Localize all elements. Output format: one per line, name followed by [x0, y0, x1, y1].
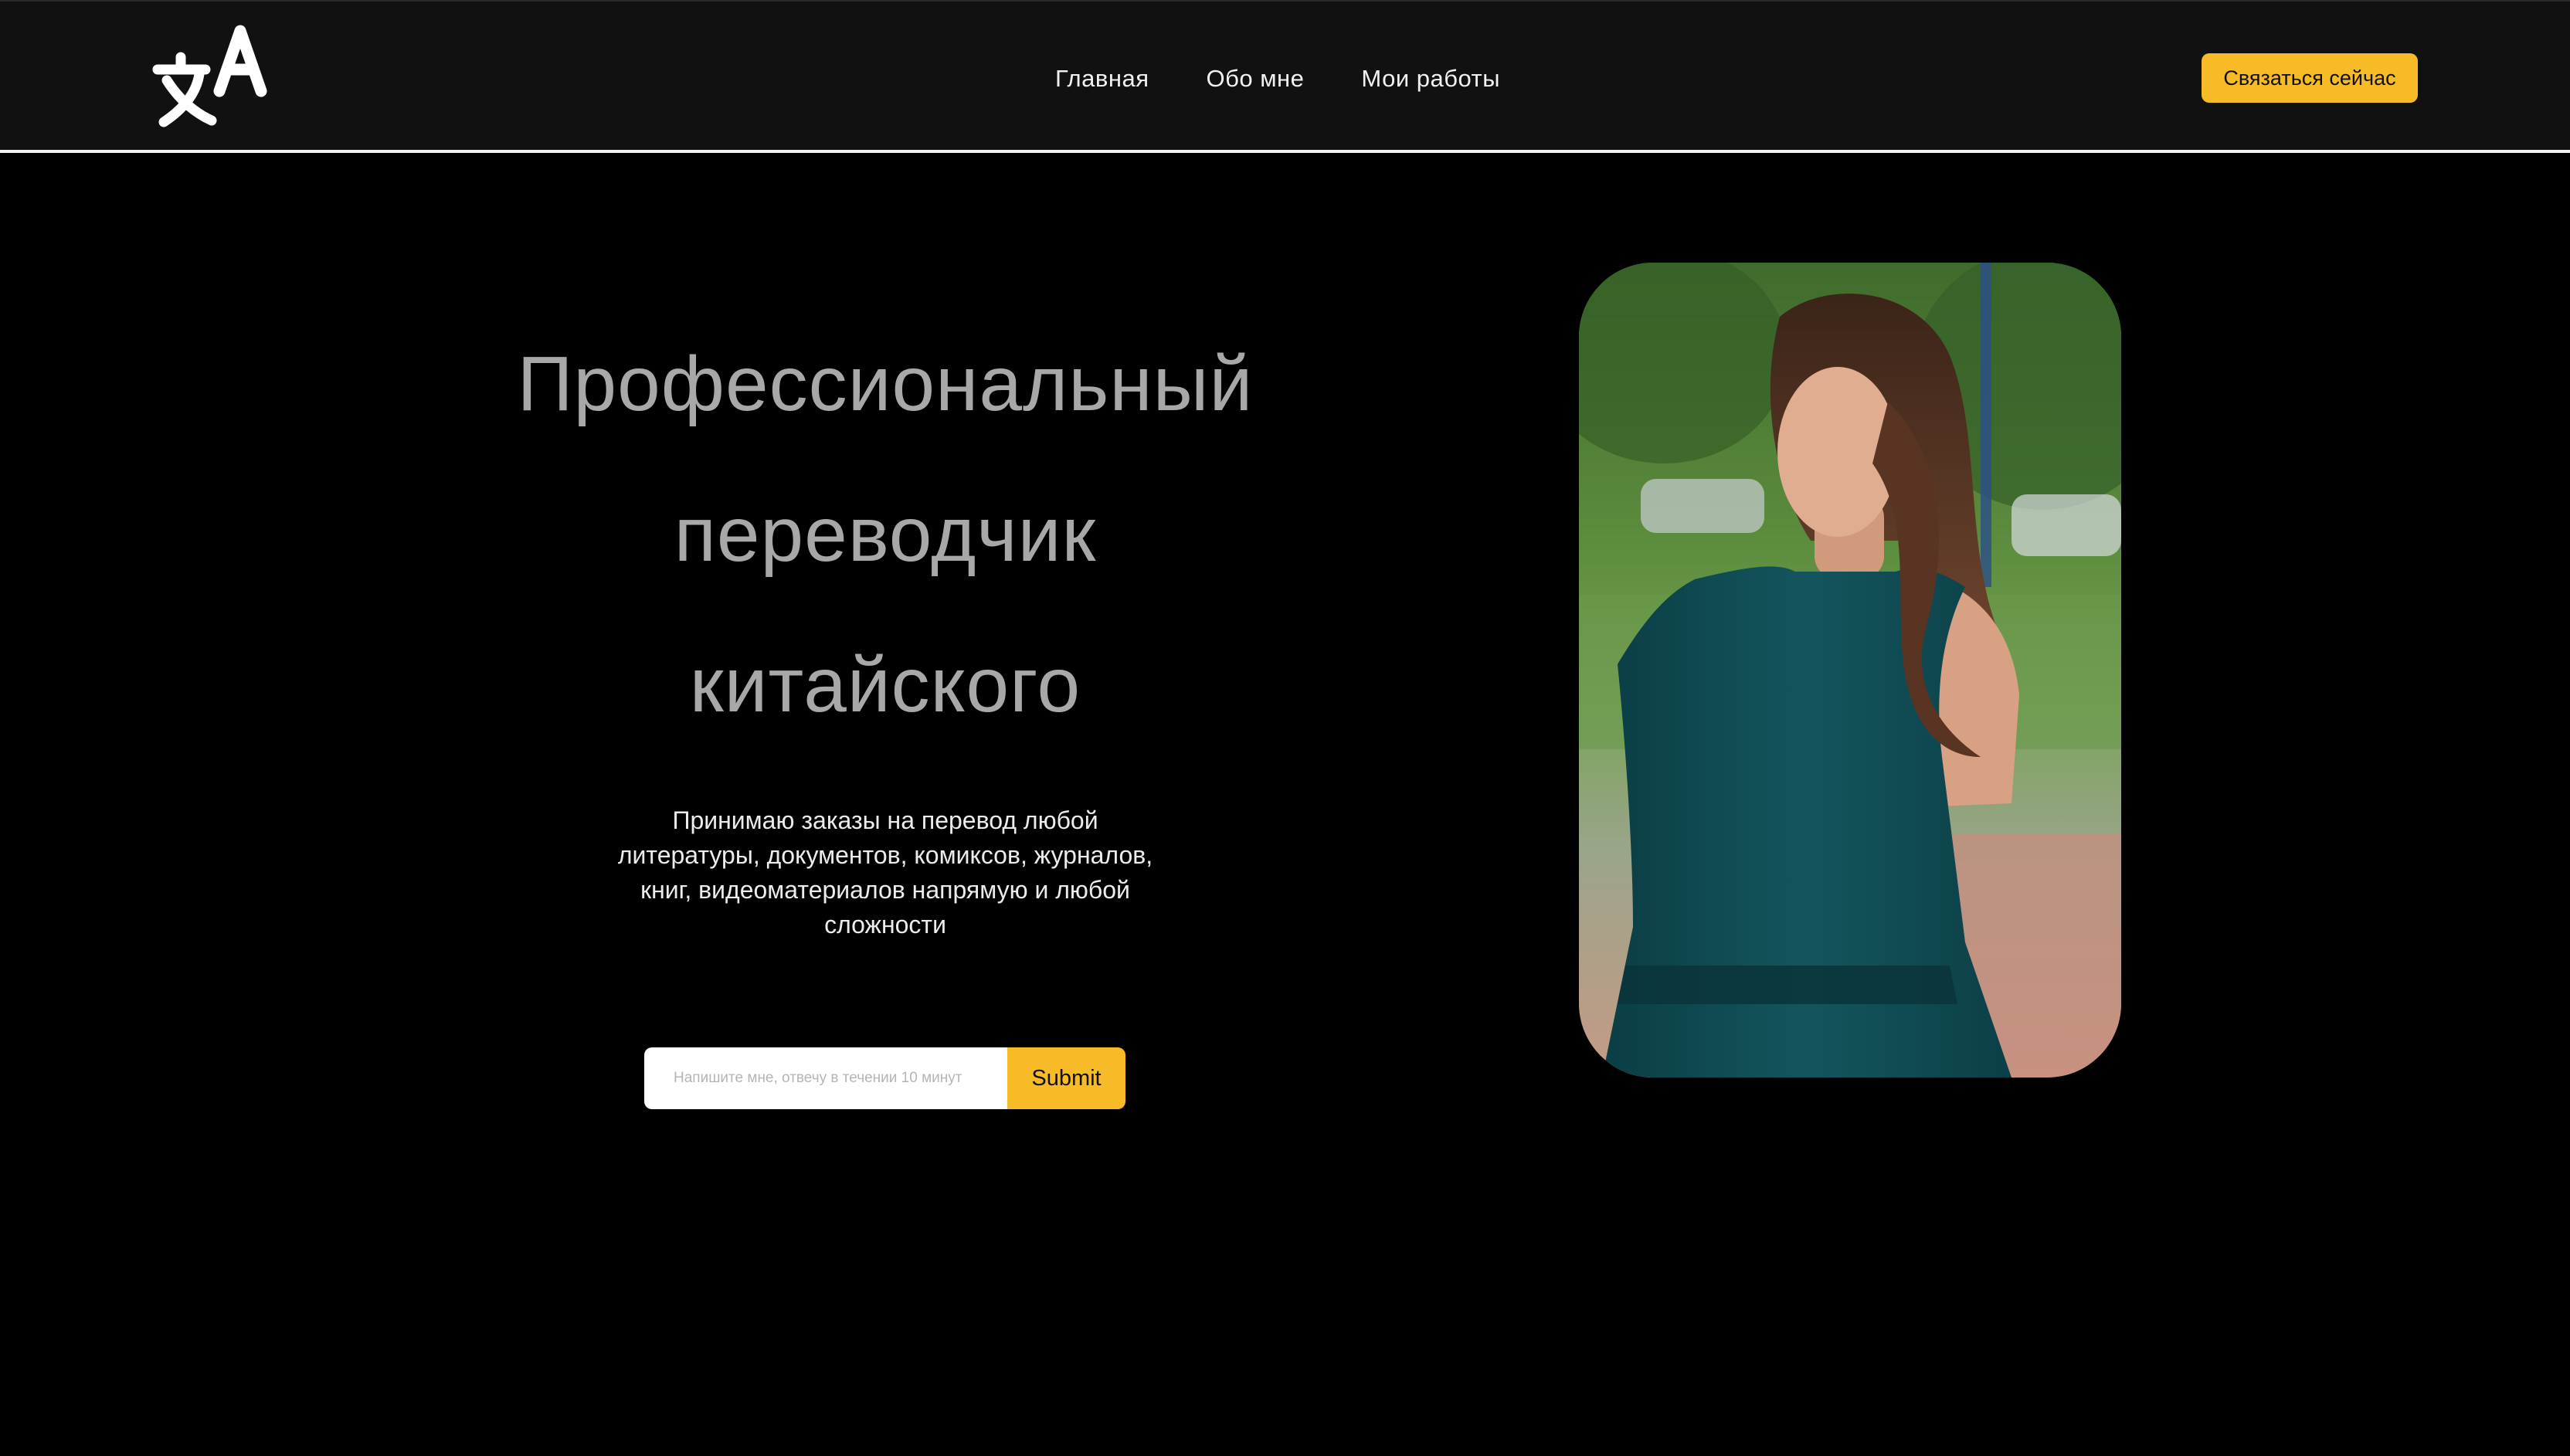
- site-header: Главная Обо мне Мои работы Связаться сей…: [0, 0, 2570, 153]
- contact-now-button[interactable]: Связаться сейчас: [2202, 53, 2418, 103]
- message-input[interactable]: [644, 1047, 1007, 1109]
- submit-button[interactable]: Submit: [1007, 1047, 1125, 1109]
- hero-title-line: китайского: [689, 642, 1081, 728]
- hero-title-line: переводчик: [674, 491, 1097, 578]
- main-nav: Главная Обо мне Мои работы: [1055, 59, 1500, 99]
- nav-link-about[interactable]: Обо мне: [1207, 65, 1305, 93]
- nav-link-works[interactable]: Мои работы: [1361, 65, 1500, 93]
- translate-icon[interactable]: [151, 23, 283, 131]
- hero-description: Принимаю заказы на перевод любой литерат…: [617, 806, 1153, 938]
- nav-link-home[interactable]: Главная: [1055, 65, 1149, 93]
- contact-form: Submit: [644, 1047, 1125, 1109]
- hero-title: Профессиональный переводчик китайского: [422, 309, 1349, 761]
- portrait-photo: [1579, 263, 2121, 1078]
- hero-title-line: Профессиональный: [517, 341, 1254, 427]
